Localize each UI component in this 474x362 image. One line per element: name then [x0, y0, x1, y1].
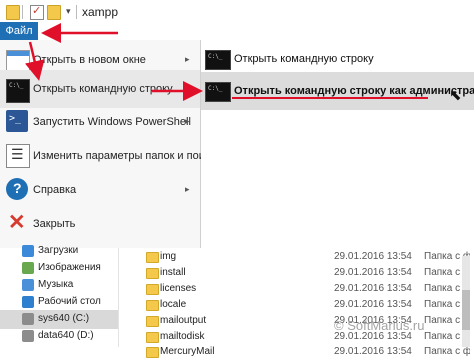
- nav-item-label: Рабочий стол: [38, 296, 101, 307]
- command-prompt-icon: [205, 50, 231, 70]
- nav-item-drive-d[interactable]: data640 (D:): [0, 327, 118, 346]
- pictures-icon: [22, 262, 34, 274]
- menu-item-label: Запустить Windows PowerShell: [33, 116, 191, 128]
- ribbon-tabs: [0, 24, 474, 40]
- command-prompt-icon: [6, 79, 30, 103]
- nav-item-label: Загрузки: [38, 245, 79, 256]
- file-name: mailtodisk: [160, 331, 205, 342]
- navigation-pane: Загрузки Изображения Музыка Рабочий стол…: [0, 245, 119, 347]
- new-folder-icon[interactable]: [47, 5, 61, 20]
- powershell-icon: [6, 110, 28, 132]
- folder-icon: [146, 347, 159, 358]
- chevron-right-icon: ▸: [185, 54, 190, 64]
- folder-icon: [6, 5, 20, 20]
- scrollbar-thumb[interactable]: [462, 290, 470, 330]
- submenu-item-label: Открыть командную строку: [234, 53, 374, 65]
- nav-item-label: Изображения: [38, 262, 101, 273]
- properties-icon[interactable]: [30, 4, 44, 20]
- annotation-underline: [232, 97, 428, 99]
- nav-item-label: Музыка: [38, 279, 74, 290]
- file-date: 29.01.2016 13:54: [334, 299, 412, 310]
- window-title: xampp: [82, 5, 119, 19]
- menu-item-label: Открыть командную строку: [33, 83, 173, 95]
- command-prompt-submenu: Открыть командную строку Открыть командн…: [201, 40, 474, 248]
- drive-icon: [22, 313, 34, 325]
- file-name: install: [160, 267, 186, 278]
- title-separator: [76, 5, 77, 19]
- file-menu: Открыть в новом окне ▸ Открыть командную…: [0, 40, 222, 248]
- admin-command-prompt-icon: [205, 82, 231, 102]
- title-bar: ▾ xampp: [0, 0, 474, 25]
- menu-item-folder-options[interactable]: Изменить параметры папок и поиска: [0, 136, 222, 174]
- chevron-right-icon: ▸: [185, 184, 190, 194]
- file-date: 29.01.2016 13:54: [334, 346, 412, 357]
- menu-item-help[interactable]: Справка ▸: [0, 170, 200, 208]
- quick-access-dropdown-icon[interactable]: ▾: [66, 6, 71, 17]
- folder-icon: [146, 284, 159, 295]
- help-icon: [6, 178, 28, 200]
- submenu-item-open-command-prompt-admin[interactable]: Открыть командную строку как администрат…: [201, 72, 474, 110]
- submenu-item-label: Открыть командную строку как администрат…: [234, 85, 474, 97]
- folder-icon: [146, 316, 159, 327]
- file-date: 29.01.2016 13:54: [334, 283, 412, 294]
- nav-item-label: sys640 (C:): [38, 313, 90, 324]
- music-icon: [22, 279, 34, 291]
- menu-item-powershell[interactable]: Запустить Windows PowerShell ▸: [0, 102, 200, 140]
- file-name: mailoutput: [160, 315, 207, 326]
- file-name: MercuryMail: [160, 346, 215, 357]
- file-name: img: [160, 251, 177, 262]
- mouse-cursor-icon: ⬉: [449, 87, 462, 104]
- chevron-right-icon: ▸: [185, 83, 190, 93]
- file-date: 29.01.2016 13:54: [334, 267, 412, 278]
- nav-item-label: data640 (D:): [38, 330, 94, 341]
- menu-item-label: Открыть в новом окне: [33, 54, 146, 66]
- file-name: locale: [160, 299, 187, 310]
- file-tab[interactable]: Файл: [0, 22, 38, 40]
- drive-icon: [22, 330, 34, 342]
- close-icon: [6, 210, 28, 235]
- desktop-icon: [22, 296, 34, 308]
- watermark: © SoftMarius.ru: [334, 318, 425, 333]
- folder-icon: [146, 252, 159, 263]
- chevron-right-icon: ▸: [185, 116, 190, 126]
- file-name: licenses: [160, 283, 197, 294]
- menu-item-label: Закрыть: [33, 218, 76, 230]
- downloads-icon: [22, 245, 34, 257]
- file-date: 29.01.2016 13:54: [334, 251, 412, 262]
- folder-options-icon: [6, 144, 30, 168]
- folder-icon: [146, 300, 159, 311]
- menu-item-close[interactable]: Закрыть: [0, 204, 200, 242]
- menu-item-label: Справка: [33, 184, 77, 196]
- title-separator: [22, 5, 23, 19]
- file-type: Папка с файлами: [424, 346, 470, 357]
- folder-icon: [146, 332, 159, 343]
- folder-icon: [146, 268, 159, 279]
- menu-item-label: Изменить параметры папок и поиска: [33, 150, 222, 162]
